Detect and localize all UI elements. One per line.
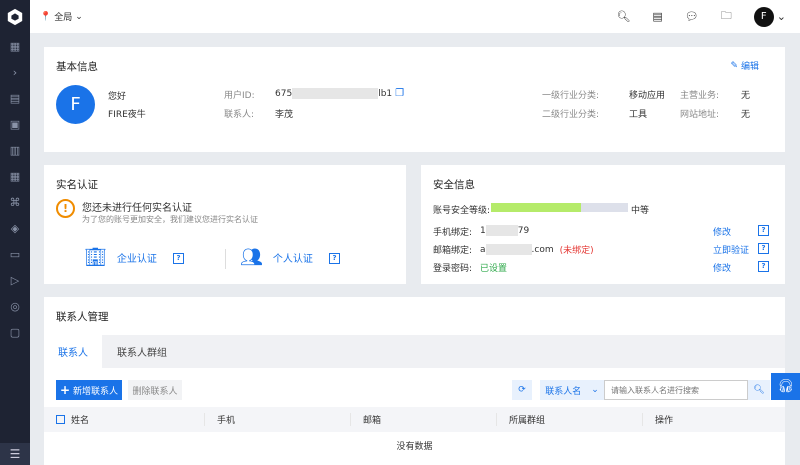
user-icon: 👥︎ (240, 247, 263, 268)
security-card: 安全信息 账号安全等级: 中等 手机绑定: 1 79 修改 ? 邮箱绑定: a .c… (421, 165, 785, 284)
search-input[interactable] (604, 380, 748, 400)
refresh-icon[interactable]: ⟳ (512, 380, 532, 400)
play-icon[interactable]: ▷ (0, 267, 30, 293)
personal-auth-button[interactable]: 👥︎ 个人认证 (240, 247, 313, 268)
headset-icon[interactable]: 🎧︎ (771, 373, 800, 400)
copy-icon[interactable]: ❐ (395, 88, 404, 99)
warning-icon: ! (56, 199, 75, 218)
search-icon[interactable]: 🔍︎ (616, 10, 630, 23)
divider (225, 249, 226, 269)
edit-icon: ✎ (730, 60, 738, 71)
security-level-fill (491, 203, 582, 212)
greeting: 您好 (108, 92, 127, 102)
nodes-icon[interactable]: ⌘ (0, 189, 30, 215)
help-icon[interactable]: ? (329, 253, 340, 264)
redacted (292, 88, 379, 99)
document-icon[interactable]: ▤ (652, 10, 662, 23)
avatar: F (56, 85, 95, 124)
enterprise-auth-button[interactable]: 🏢︎ 企业认证 (84, 247, 157, 268)
realname-card: 实名认证 ! 您还未进行任何实名认证 为了您的账号更加安全，我们建议您进行实名认… (44, 165, 406, 284)
user-menu[interactable]: F ⌄ (753, 6, 786, 27)
card-icon[interactable]: ▢ (0, 319, 30, 345)
tab-contact-groups[interactable]: 联系人群组 (102, 335, 182, 368)
filter-select[interactable]: 联系人名 ⌄ (540, 380, 604, 400)
modify-password-link[interactable]: 修改 (713, 261, 731, 274)
search-icon[interactable]: 🔍︎ (748, 380, 770, 400)
grid-icon[interactable]: ▦ (0, 33, 30, 59)
help-icon[interactable]: ? (758, 261, 769, 272)
section-title: 联系人管理 (56, 311, 109, 323)
logo-icon[interactable] (0, 0, 30, 33)
building-icon[interactable]: ▤ (0, 85, 30, 111)
expand-icon[interactable]: › (0, 59, 30, 85)
location-select[interactable]: 📍 全局 ⌄ (40, 10, 83, 24)
plus-icon: + (59, 383, 71, 397)
contacts-card: 联系人管理 联系人 联系人群组 +新增联系人 删除联系人 ⟳ 联系人名⌄ 🔍︎ … (44, 297, 785, 465)
avatar: F (753, 6, 774, 27)
apps-icon[interactable]: ▦ (0, 163, 30, 189)
doc-icon[interactable]: ▣ (0, 111, 30, 137)
basic-info-card: 基本信息 ✎ 编辑 F 您好 FIRE夜牛 用户ID: 675 lb1 ❐ 联系人: … (44, 47, 785, 152)
email-value: a .com (未绑定) (480, 244, 594, 256)
edit-button[interactable]: ✎ 编辑 (730, 59, 759, 73)
tab-contacts[interactable]: 联系人 (44, 335, 102, 368)
select-all-checkbox[interactable] (56, 415, 65, 424)
help-icon[interactable]: ? (173, 253, 184, 264)
section-title: 基本信息 (56, 61, 98, 73)
delete-contact-button[interactable]: 删除联系人 (128, 380, 182, 400)
section-title: 实名认证 (56, 179, 98, 191)
building-icon: 🏢︎ (84, 247, 107, 268)
modify-phone-link[interactable]: 修改 (713, 225, 731, 238)
section-title: 安全信息 (433, 179, 475, 191)
empty-message: 没有数据 (396, 442, 433, 452)
cube-icon[interactable]: ◈ (0, 215, 30, 241)
table-header: 姓名 手机 邮箱 所属群组 操作 (44, 407, 785, 432)
report-icon[interactable]: ▥ (0, 137, 30, 163)
user-id: 675 lb1 ❐ (275, 88, 405, 99)
verify-email-link[interactable]: 立即验证 (713, 243, 749, 256)
message-icon[interactable]: 💬︎ (685, 10, 699, 23)
phone-value: 1 79 (480, 225, 530, 236)
help-icon[interactable]: ? (758, 225, 769, 236)
topbar: 📍 全局 ⌄ 🔍︎ ▤ 💬︎ 🗀 F ⌄ (30, 0, 800, 33)
help-icon[interactable]: ? (758, 243, 769, 254)
add-contact-button[interactable]: + 新增联系人 (56, 380, 122, 400)
menu-icon[interactable]: ☰ (0, 443, 30, 465)
tabs: 联系人 联系人群组 (44, 335, 785, 368)
pin-icon: 📍 (40, 11, 52, 22)
user-name: FIRE夜牛 (108, 110, 146, 120)
folder-icon[interactable]: 🗀 (721, 7, 732, 26)
security-level-bar (491, 203, 628, 212)
video-icon[interactable]: ▭ (0, 241, 30, 267)
sidebar: ▦ › ▤ ▣ ▥ ▦ ⌘ ◈ ▭ ▷ ◎ ▢ ☰ (0, 0, 30, 465)
chevron-down-icon: ⌄ (591, 385, 599, 395)
chevron-down-icon: ⌄ (75, 11, 83, 22)
coin-icon[interactable]: ◎ (0, 293, 30, 319)
chevron-down-icon: ⌄ (776, 10, 786, 23)
